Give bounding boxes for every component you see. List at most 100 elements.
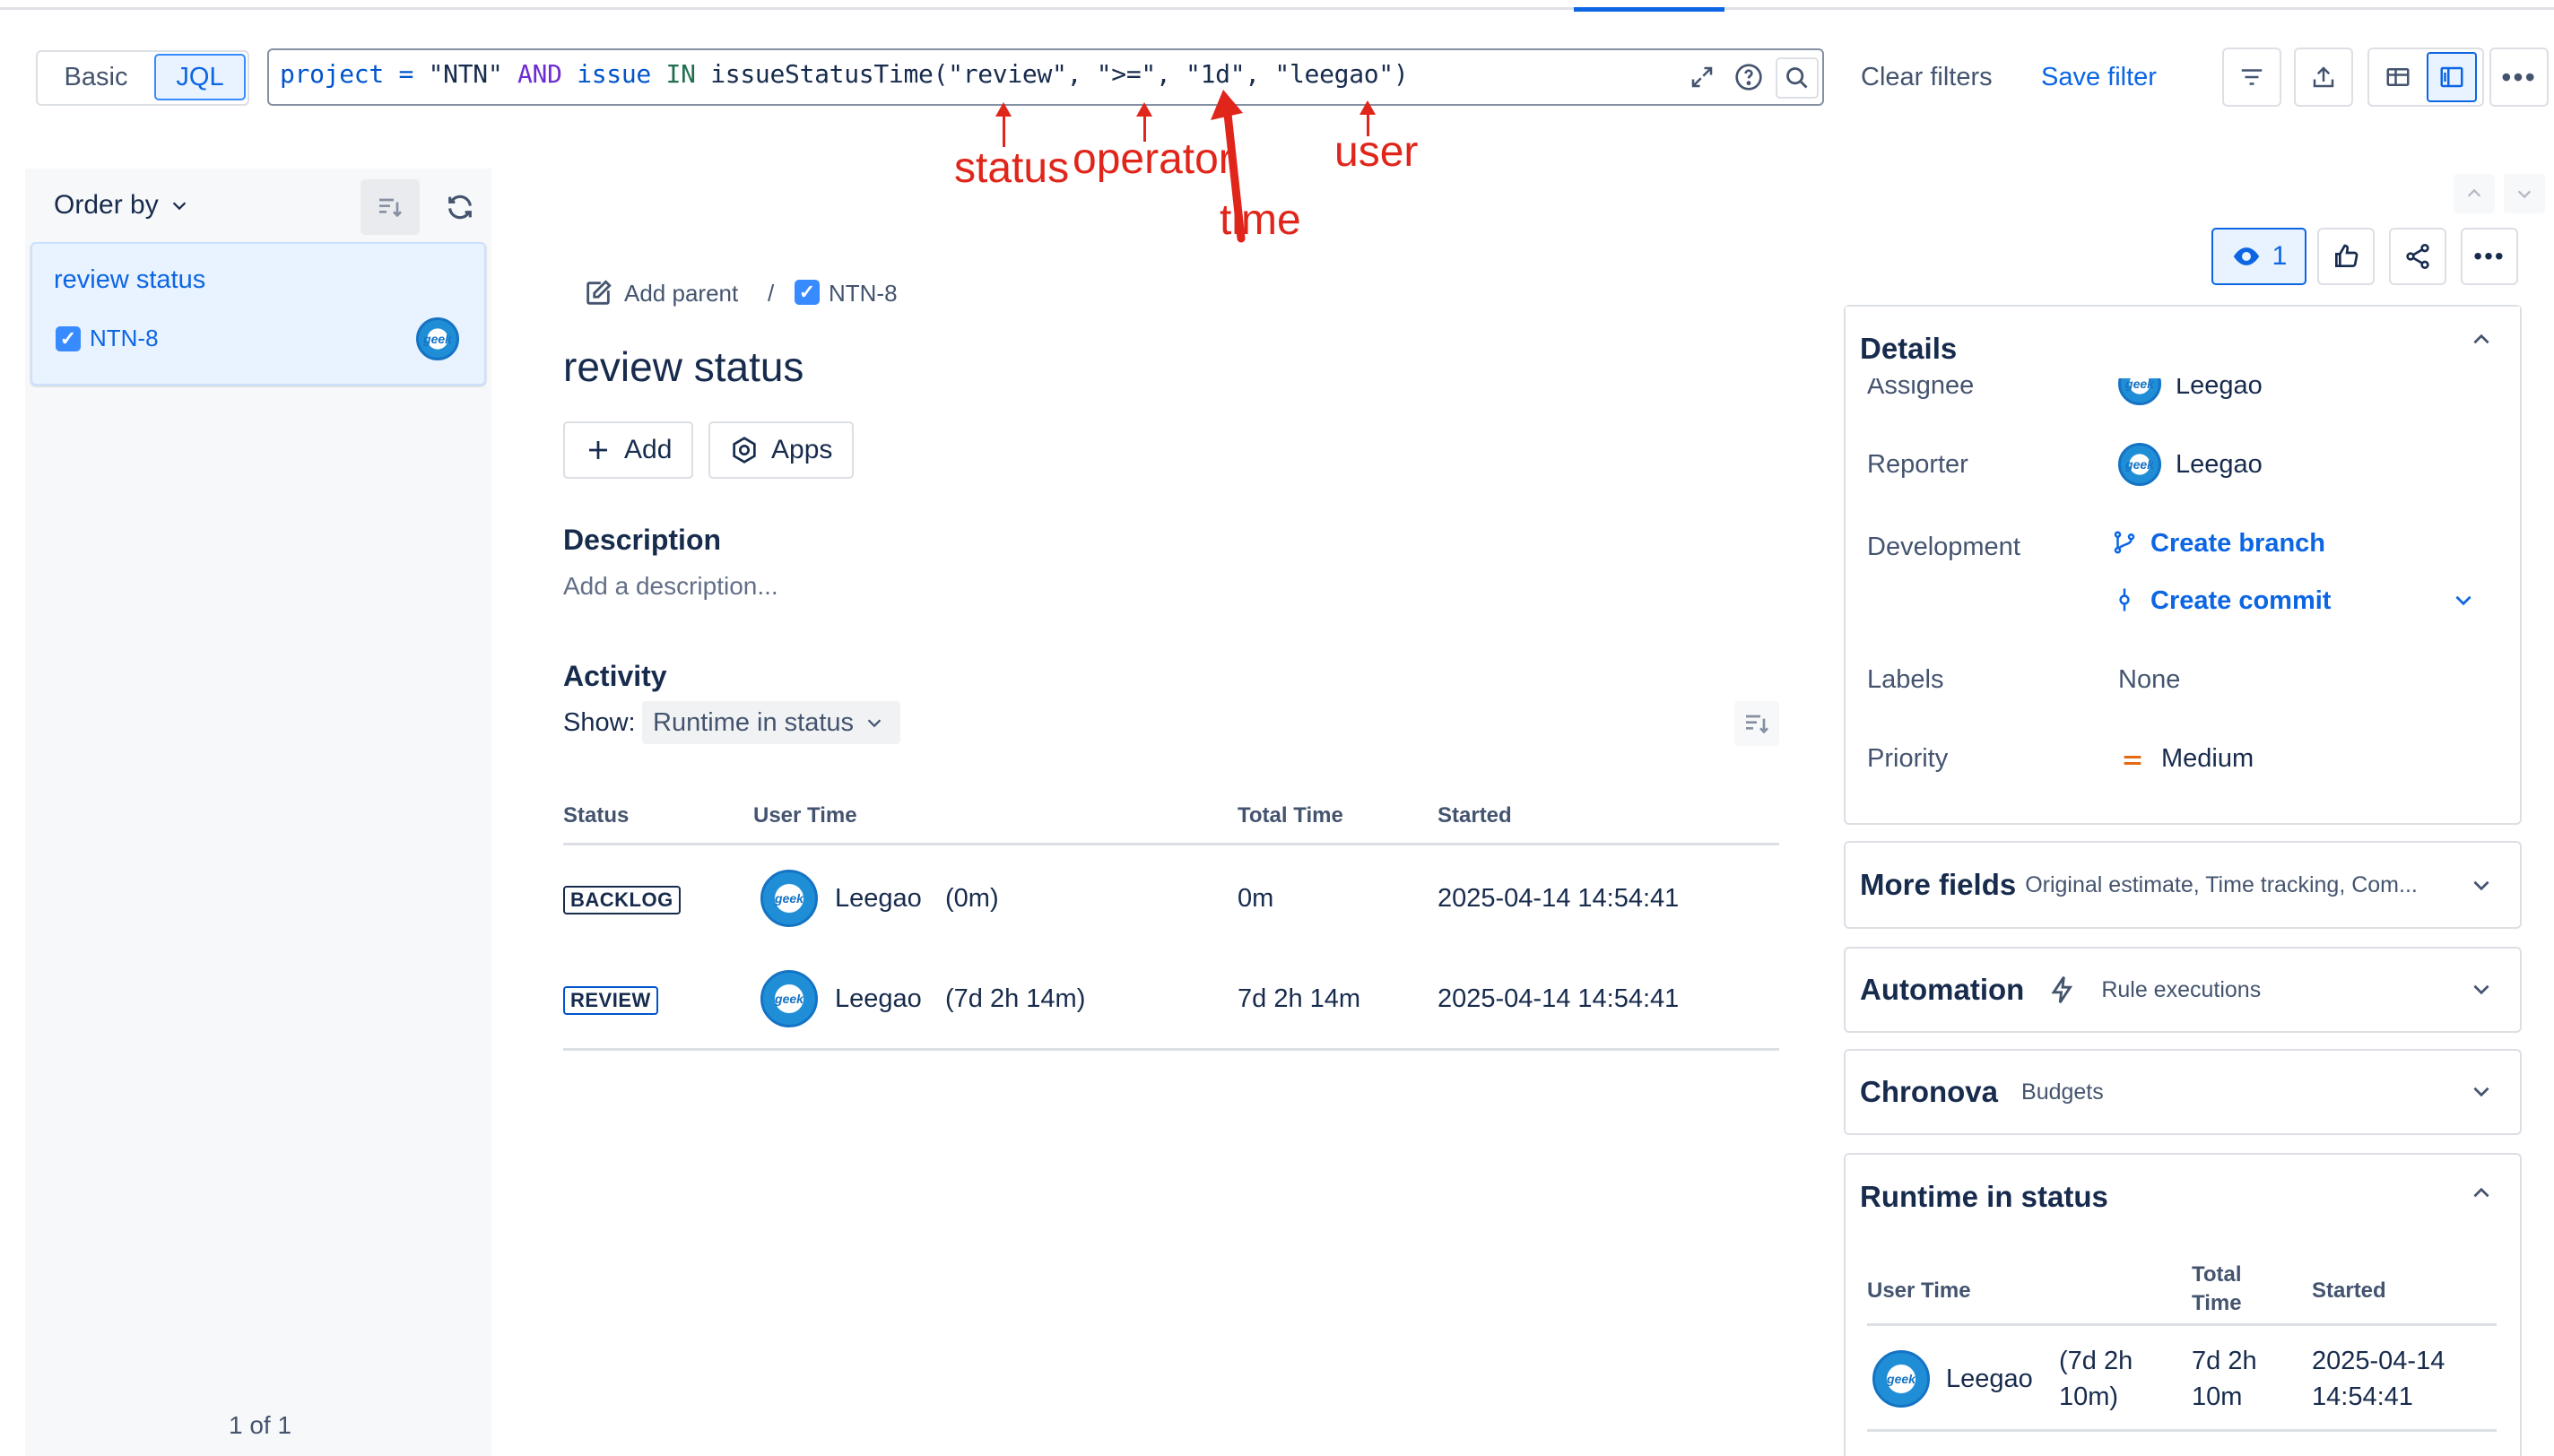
chronova-title: Chronova: [1860, 1075, 1999, 1108]
search-icon: [1786, 67, 1808, 89]
runtime-header-divider: [1867, 1323, 2497, 1326]
automation-section[interactable]: Automation Rule executions: [1844, 947, 2522, 1033]
chevron-down-icon: [2473, 984, 2489, 995]
chronova-section[interactable]: Chronova Budgets: [1844, 1049, 2522, 1135]
annotation-arrowhead: [995, 102, 1012, 117]
expand-chronova-button[interactable]: [2470, 1079, 2493, 1107]
chevron-down-icon: [2473, 880, 2489, 891]
split-view-icon: [2440, 66, 2463, 88]
runtime-row-divider: [1867, 1429, 2497, 1432]
filter-options-button[interactable]: [2222, 48, 2281, 107]
status-lozenge: BACKLOG: [563, 886, 681, 914]
create-branch-link[interactable]: Create branch: [2150, 529, 2325, 559]
jql-mode-button[interactable]: JQL: [154, 54, 246, 100]
task-type-icon: ✓: [56, 326, 81, 351]
chevron-down-icon: [172, 202, 186, 211]
search-button[interactable]: [1776, 57, 1819, 99]
results-count: 1 of 1: [229, 1411, 292, 1439]
more-dots-icon: •••: [2501, 60, 2537, 93]
chevron-down-icon: [2455, 595, 2471, 606]
breadcrumb-separator: /: [768, 280, 775, 307]
chevron-down-icon: [2473, 1087, 2489, 1097]
runtime-in-status-title[interactable]: Runtime in status: [1860, 1180, 2108, 1214]
column-header-status: Status: [563, 803, 630, 828]
add-parent-link[interactable]: Add parent: [624, 280, 738, 308]
runtime-started-1: 2025-04-14: [2312, 1347, 2445, 1375]
runtime-user-time-1: (7d 2h: [2059, 1347, 2133, 1375]
priority-value[interactable]: Medium: [2161, 744, 2254, 774]
description-field[interactable]: Add a description...: [563, 572, 778, 601]
reporter-value[interactable]: Leegao: [2176, 450, 2263, 480]
share-button[interactable]: [2389, 228, 2446, 285]
annotation-arrow: [1003, 111, 1005, 147]
started-time: 2025-04-14 14:54:41: [1438, 884, 1680, 913]
sort-icon: [379, 198, 402, 218]
collapse-details-button[interactable]: [2470, 328, 2493, 358]
more-actions-button[interactable]: •••: [2489, 48, 2549, 107]
jql-field-token: issue: [577, 59, 651, 89]
create-commit-link[interactable]: Create commit: [2150, 586, 2331, 616]
previous-issue-button[interactable]: [2454, 174, 2495, 213]
chevron-up-icon: [2473, 334, 2489, 344]
next-issue-button[interactable]: [2504, 174, 2545, 213]
avatar: geek: [1872, 1350, 1930, 1408]
active-tab-indicator: [1574, 7, 1724, 12]
issue-more-button[interactable]: •••: [2461, 228, 2518, 285]
export-button[interactable]: [2294, 48, 2353, 107]
expand-more-fields-button[interactable]: [2470, 873, 2493, 901]
labels-value[interactable]: None: [2118, 665, 2180, 695]
more-dots-icon: •••: [2473, 242, 2506, 270]
add-button[interactable]: Add: [563, 421, 694, 479]
save-filter-link[interactable]: Save filter: [2041, 63, 2157, 92]
column-header-total-time: Total Time: [1238, 803, 1343, 828]
automation-title: Automation: [1860, 973, 2025, 1006]
runtime-user: Leegao: [1946, 1365, 2033, 1393]
detail-view-button[interactable]: [2427, 52, 2477, 102]
breadcrumb-issue-key[interactable]: NTN-8: [829, 280, 898, 308]
details-heading[interactable]: Details: [1860, 332, 1957, 366]
more-fields-section[interactable]: More fields Original estimate, Time trac…: [1844, 841, 2522, 929]
user-time: (0m): [945, 884, 999, 913]
branch-icon: [2111, 529, 2138, 560]
apps-hexagon-icon: [733, 437, 756, 464]
expand-automation-button[interactable]: [2470, 977, 2493, 1005]
jql-query-text[interactable]: project = "NTN" AND issue IN issueStatus…: [280, 59, 1409, 89]
order-by-dropdown[interactable]: Order by: [54, 190, 189, 221]
issue-title[interactable]: review status: [563, 342, 804, 391]
add-button-label: Add: [624, 435, 673, 464]
table-bottom-divider: [563, 1048, 1779, 1051]
filter-lines-icon: [2241, 69, 2263, 85]
share-icon: [2406, 244, 2429, 269]
table-icon: [2386, 68, 2410, 86]
issue-card-title[interactable]: review status: [54, 265, 205, 295]
activity-filter-dropdown[interactable]: Runtime in status: [642, 701, 900, 744]
list-view-button[interactable]: [2375, 54, 2421, 100]
jql-keyword-token: IN: [650, 59, 711, 89]
column-header-started: Started: [1438, 803, 1512, 828]
expand-icon[interactable]: [1684, 59, 1720, 95]
help-icon[interactable]: [1731, 59, 1767, 95]
top-divider: [0, 7, 2554, 10]
order-by-label: Order by: [54, 190, 159, 220]
development-expand-button[interactable]: [2452, 588, 2475, 616]
reporter-label: Reporter: [1867, 450, 1968, 479]
activity-sort-button[interactable]: [1734, 701, 1779, 746]
refresh-button[interactable]: [432, 179, 488, 235]
annotation-arrowhead: [1136, 102, 1152, 117]
like-button[interactable]: [2317, 228, 2375, 285]
watch-button[interactable]: 1: [2211, 228, 2306, 285]
jql-operator-token: =: [383, 59, 429, 89]
sort-direction-button[interactable]: [361, 179, 420, 235]
collapse-runtime-button[interactable]: [2470, 1182, 2493, 1209]
runtime-header-user-time: User Time: [1867, 1278, 1971, 1303]
basic-mode-button[interactable]: Basic: [48, 54, 143, 100]
issue-card-key[interactable]: NTN-8: [90, 325, 159, 352]
apps-button-label: Apps: [771, 435, 833, 464]
avatar: geek: [760, 970, 818, 1027]
issue-card[interactable]: [30, 242, 486, 386]
activity-filter-value: Runtime in status: [653, 707, 855, 737]
jql-field-token: project: [280, 59, 384, 89]
annotation-time: time: [1220, 196, 1301, 244]
clear-filters-link[interactable]: Clear filters: [1861, 63, 1993, 92]
apps-button[interactable]: Apps: [708, 421, 855, 479]
